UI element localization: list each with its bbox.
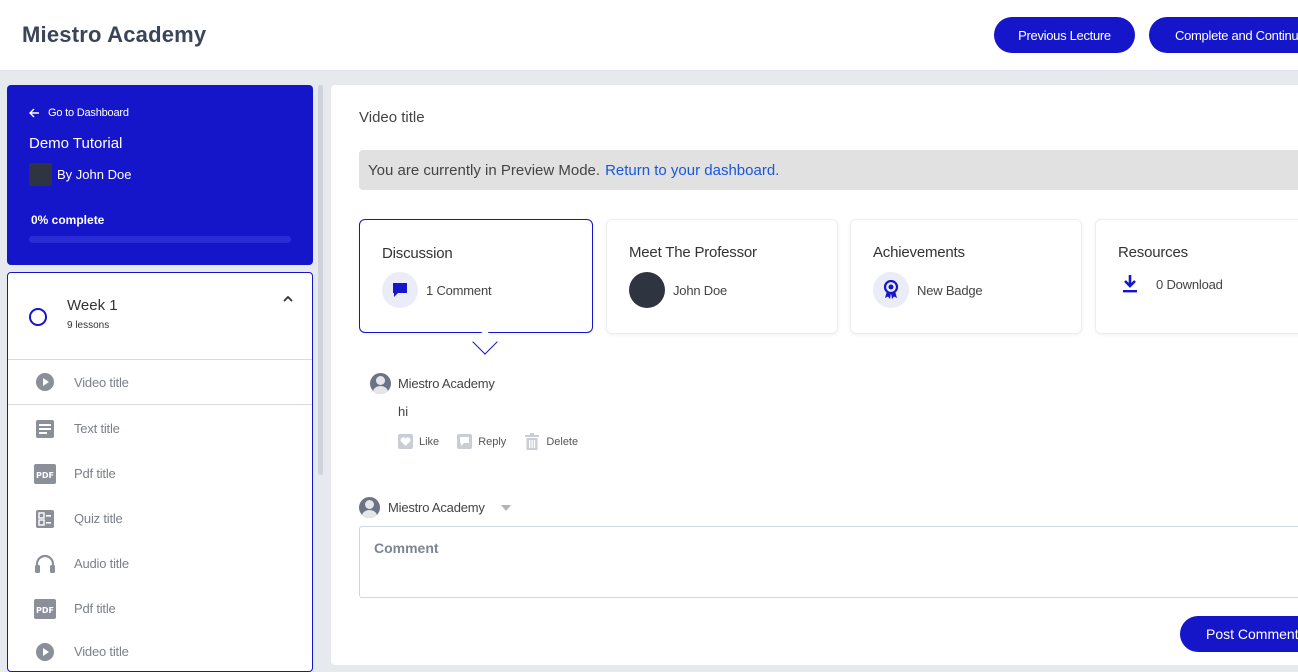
tab-achievements-title: Achievements [873,244,965,261]
tab-achievements[interactable]: Achievements New Badge [850,219,1082,334]
tab-professor-title: Meet The Professor [629,244,757,261]
badge-label: New Badge [917,282,983,298]
composer-author-select[interactable]: Miestro Academy [359,497,511,518]
previous-lecture-button[interactable]: Previous Lecture [994,17,1135,53]
return-dashboard-link[interactable]: Return to your dashboard. [605,162,779,179]
chat-bubble-icon [382,272,418,308]
preview-mode-banner: You are currently in Preview Mode. Retur… [359,150,1298,190]
play-circle-icon [34,641,56,663]
course-author: By John Doe [29,163,131,186]
tab-resources-meta: 0 Download [1118,272,1223,296]
delete-label: Delete [546,435,579,448]
week-lessons-count: 9 lessons [67,320,110,331]
lesson-item[interactable]: Quiz title [8,496,312,541]
lesson-label: Pdf title [74,466,116,481]
comment-header: Miestro Academy [370,373,770,394]
week-title: Week 1 [67,297,118,314]
progress-label: 0% complete [31,213,105,227]
lesson-item[interactable]: Text title [8,406,312,451]
lesson-label: Audio title [74,556,129,571]
comment-item: Miestro Academy hi Like Reply Delete [370,373,770,450]
complete-continue-button[interactable]: Complete and Continue [1149,17,1298,53]
user-avatar [370,373,391,394]
lessons-panel: Week 1 9 lessons Video title Text title … [7,272,313,672]
tab-discussion-meta: 1 Comment [382,272,492,308]
week-header[interactable]: Week 1 9 lessons [8,273,312,360]
author-avatar [29,163,52,186]
download-icon [1123,275,1137,293]
lesson-item[interactable]: PDF Pdf title [8,586,312,631]
lesson-item[interactable]: Audio title [8,541,312,586]
comment-actions: Like Reply Delete [398,433,770,450]
chevron-up-icon[interactable] [282,295,294,303]
headphones-icon [34,553,56,575]
like-button[interactable]: Like [398,433,439,450]
go-to-dashboard-link[interactable]: Go to Dashboard [29,107,129,119]
download-count: 0 Download [1156,276,1223,292]
delete-button[interactable]: Delete [524,433,578,450]
reply-label: Reply [478,435,507,448]
lesson-label: Video title [74,644,129,659]
progress-bar [29,236,291,243]
lesson-item[interactable]: Video title [8,360,312,405]
pdf-icon: PDF [34,598,56,620]
post-comment-button[interactable]: Post Comment [1180,616,1298,652]
lesson-label: Quiz title [74,511,123,526]
course-title: Demo Tutorial [29,135,123,152]
brand-title: Miestro Academy [22,22,207,47]
professor-name: John Doe [673,282,728,298]
comment-author: Miestro Academy [398,376,495,391]
pdf-icon: PDF [34,463,56,485]
lesson-item[interactable]: PDF Pdf title [8,451,312,496]
chevron-down-icon [500,504,511,511]
like-label: Like [419,435,440,448]
author-name: By John Doe [57,167,132,182]
comment-count: 1 Comment [426,282,492,298]
trash-icon [525,433,540,450]
quiz-icon [34,508,56,530]
composer-author: Miestro Academy [388,500,485,515]
tab-resources[interactable]: Resources 0 Download [1095,219,1298,334]
play-circle-icon [34,371,56,393]
badge-icon [873,272,909,308]
reply-icon [457,434,473,449]
tab-discussion-title: Discussion [382,245,453,262]
reply-button[interactable]: Reply [457,433,506,450]
video-title: Video title [359,109,425,126]
comment-input[interactable] [359,526,1298,598]
user-avatar [359,497,380,518]
heart-icon [398,434,413,449]
lesson-label: Pdf title [74,601,116,616]
active-tab-pointer [472,329,498,355]
preview-mode-text: You are currently in Preview Mode. [368,161,601,179]
go-to-dashboard-label: Go to Dashboard [48,107,129,119]
svg-text:PDF: PDF [36,471,54,480]
svg-text:PDF: PDF [36,606,54,615]
tab-professor-meta: John Doe [629,272,727,308]
tab-discussion[interactable]: Discussion 1 Comment [359,219,593,333]
text-doc-icon [34,418,56,440]
main-content: Video title You are currently in Preview… [331,85,1298,665]
lesson-item[interactable]: Video title [8,629,312,671]
tab-achievements-meta: New Badge [873,272,983,308]
tab-resources-title: Resources [1118,244,1188,261]
comment-body: hi [398,404,409,419]
lesson-label: Text title [74,421,120,436]
arrow-left-icon [29,108,39,118]
top-bar: Miestro Academy Previous Lecture Complet… [0,0,1298,71]
week-status-icon [29,308,47,326]
course-card: Go to Dashboard Demo Tutorial By John Do… [7,85,313,265]
professor-avatar [629,272,665,308]
tab-meet-professor[interactable]: Meet The Professor John Doe [606,219,838,334]
sidebar-scrollbar[interactable] [318,85,323,475]
lesson-label: Video title [74,374,129,390]
